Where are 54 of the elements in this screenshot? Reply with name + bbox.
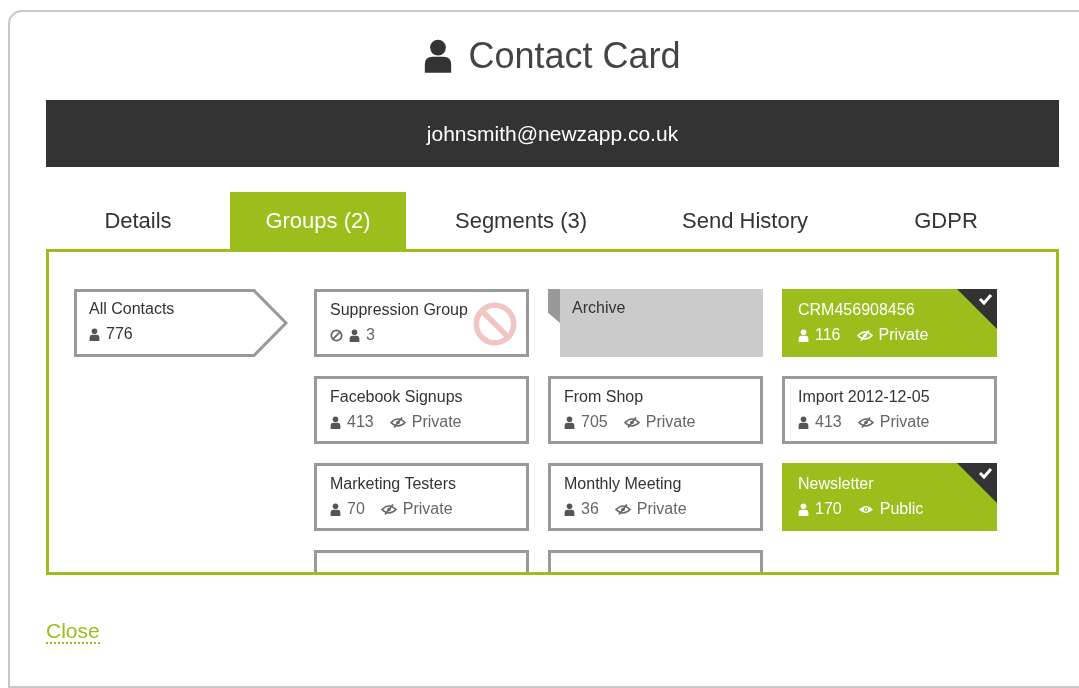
contact-count: 413	[815, 413, 842, 431]
person-icon	[798, 502, 809, 516]
group-name: From Shop	[564, 388, 645, 406]
tab[interactable]: Segments (3)	[406, 192, 636, 249]
group-name: All Contacts	[89, 300, 176, 318]
visibility-label: Private	[411, 413, 462, 431]
group-tile[interactable]: Facebook Signups 413 Private	[314, 376, 529, 444]
contact-count: 170	[815, 500, 842, 518]
group-name: Import 2012-12-05	[798, 388, 931, 406]
email-banner: johnsmith@newzapp.co.uk	[46, 100, 1059, 167]
person-icon	[424, 39, 453, 73]
contact-count: 36	[581, 500, 599, 518]
group-name: CRM456908456	[798, 301, 916, 319]
ban-watermark-icon	[473, 302, 517, 346]
group-name: Marketing Testers	[330, 475, 457, 493]
visibility-label: Public	[879, 500, 924, 518]
group-tile[interactable]: Import 2012-12-05 413 Private	[782, 376, 997, 444]
group-name: Facebook Signups	[330, 388, 464, 406]
dialog-title: Contact Card	[468, 35, 681, 77]
person-icon	[330, 502, 341, 516]
contact-count: 413	[347, 413, 374, 431]
group-tile[interactable]: Marketing Testers 70 Private	[314, 463, 529, 531]
tab[interactable]: Details	[46, 192, 230, 249]
group-name: Archive	[572, 299, 627, 317]
person-icon	[349, 328, 360, 342]
group-name: Monthly Meeting	[564, 475, 683, 493]
group-tile[interactable]: Monthly Meeting 36 Private	[548, 463, 763, 531]
person-icon	[798, 328, 809, 342]
group-tile[interactable]: Suppression Group 3	[314, 289, 529, 357]
visibility-label: Private	[878, 326, 929, 344]
checkmark-corner-icon	[957, 289, 997, 329]
tab[interactable]: Send History	[636, 192, 854, 249]
person-icon	[798, 415, 809, 429]
contact-count: 776	[106, 325, 133, 343]
person-icon	[330, 415, 341, 429]
contact-count: 116	[815, 326, 841, 344]
visibility-label: Private	[402, 500, 453, 518]
person-icon	[564, 415, 575, 429]
group-name: Newsletter	[798, 475, 875, 493]
visibility-label: Private	[645, 413, 696, 431]
group-name: Suppression Group	[330, 301, 469, 319]
fold-icon	[548, 289, 560, 323]
group-tile[interactable]: From Shop 705 Private	[548, 376, 763, 444]
visibility-label: Private	[879, 413, 930, 431]
ban-icon	[330, 328, 343, 342]
visibility-label: Private	[636, 500, 687, 518]
contact-count: 705	[581, 413, 608, 431]
tab[interactable]: GDPR	[854, 192, 1038, 249]
contact-count: 70	[347, 500, 365, 518]
contact-count: 3	[366, 326, 375, 344]
person-icon	[564, 502, 575, 516]
person-icon	[89, 327, 100, 341]
checkmark-corner-icon	[957, 463, 997, 503]
group-tile[interactable]: Archive	[548, 289, 763, 357]
